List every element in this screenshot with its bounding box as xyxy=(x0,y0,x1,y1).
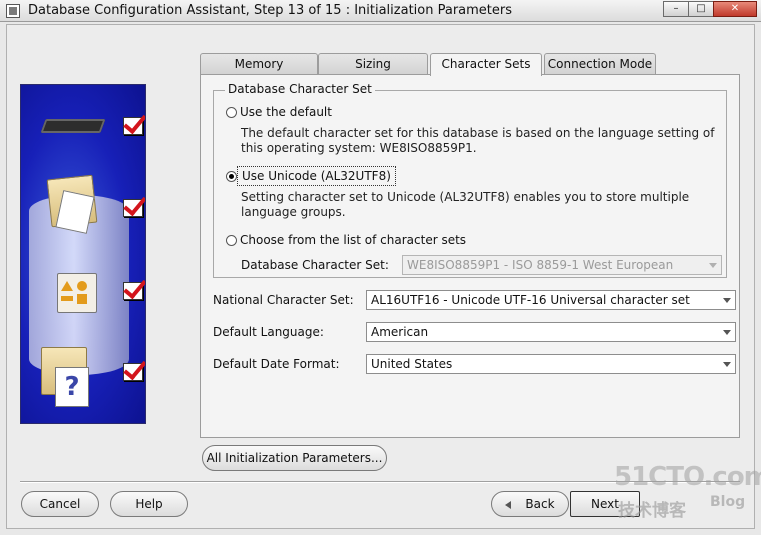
window-title: Database Configuration Assistant, Step 1… xyxy=(28,3,513,18)
chevron-down-icon xyxy=(723,330,731,335)
use-unicode-option[interactable]: Use Unicode (AL32UTF8) xyxy=(226,166,396,186)
shapes-icon xyxy=(61,281,89,307)
charset-group-legend: Database Character Set xyxy=(225,82,375,96)
use-default-radio[interactable] xyxy=(226,106,237,118)
date-format-select[interactable]: United States xyxy=(366,354,736,374)
wizard-illustration: ? xyxy=(20,84,146,424)
use-default-option[interactable]: Use the default xyxy=(226,105,332,119)
use-default-description: The default character set for this datab… xyxy=(241,126,715,155)
date-format-value: United States xyxy=(371,357,453,371)
watermark-blog: Blog xyxy=(710,494,746,510)
help-button[interactable]: Help xyxy=(110,491,188,517)
title-bar: Database Configuration Assistant, Step 1… xyxy=(0,0,761,22)
choose-list-radio[interactable] xyxy=(226,234,237,246)
national-charset-select[interactable]: AL16UTF16 - Unicode UTF-16 Universal cha… xyxy=(366,290,736,310)
use-default-label: Use the default xyxy=(240,105,332,119)
default-language-value: American xyxy=(371,325,429,339)
watermark-site: 51CTO.com xyxy=(614,462,761,492)
app-icon xyxy=(6,4,20,18)
tab-memory[interactable]: Memory xyxy=(200,53,318,75)
use-unicode-label: Use Unicode (AL32UTF8) xyxy=(237,166,396,186)
completed-check-icon xyxy=(123,199,143,217)
choose-list-label: Choose from the list of character sets xyxy=(240,233,467,247)
back-button[interactable]: Back xyxy=(491,491,569,517)
completed-check-icon xyxy=(123,117,143,135)
tab-sizing[interactable]: Sizing xyxy=(318,53,428,75)
chevron-down-icon xyxy=(709,263,717,268)
db-charset-label: Database Character Set: xyxy=(241,258,389,272)
choose-list-option[interactable]: Choose from the list of character sets xyxy=(226,233,466,247)
completed-check-icon xyxy=(123,363,143,381)
back-arrow-icon xyxy=(505,500,512,509)
window-controls: – □ ✕ xyxy=(663,1,757,17)
date-format-label: Default Date Format: xyxy=(213,357,340,371)
chevron-down-icon xyxy=(723,298,731,303)
watermark-tagline: 技术博客 xyxy=(618,501,686,521)
default-language-select[interactable]: American xyxy=(366,322,736,342)
cancel-button[interactable]: Cancel xyxy=(21,491,99,517)
db-charset-select[interactable]: WE8ISO8859P1 - ISO 8859-1 West European xyxy=(402,255,722,275)
back-label: Back xyxy=(525,497,555,511)
site-watermark: 51CTO.com 技术博客 Blog xyxy=(614,462,761,522)
question-document-icon: ? xyxy=(55,367,89,407)
tab-character-sets[interactable]: Character Sets xyxy=(430,53,542,76)
all-init-params-button[interactable]: All Initialization Parameters... xyxy=(202,445,387,471)
maximize-button[interactable]: □ xyxy=(688,1,714,17)
default-language-label: Default Language: xyxy=(213,325,324,339)
minimize-button[interactable]: – xyxy=(663,1,689,17)
chevron-down-icon xyxy=(723,362,731,367)
completed-check-icon xyxy=(123,282,143,300)
national-charset-label: National Character Set: xyxy=(213,293,354,307)
db-charset-value: WE8ISO8859P1 - ISO 8859-1 West European xyxy=(407,258,674,272)
tab-connection-mode[interactable]: Connection Mode xyxy=(544,53,656,75)
national-charset-value: AL16UTF16 - Unicode UTF-16 Universal cha… xyxy=(371,293,690,307)
close-button[interactable]: ✕ xyxy=(713,1,757,17)
use-unicode-radio[interactable] xyxy=(226,170,237,182)
memory-chip-icon xyxy=(40,119,106,133)
use-unicode-description: Setting character set to Unicode (AL32UT… xyxy=(241,190,690,219)
